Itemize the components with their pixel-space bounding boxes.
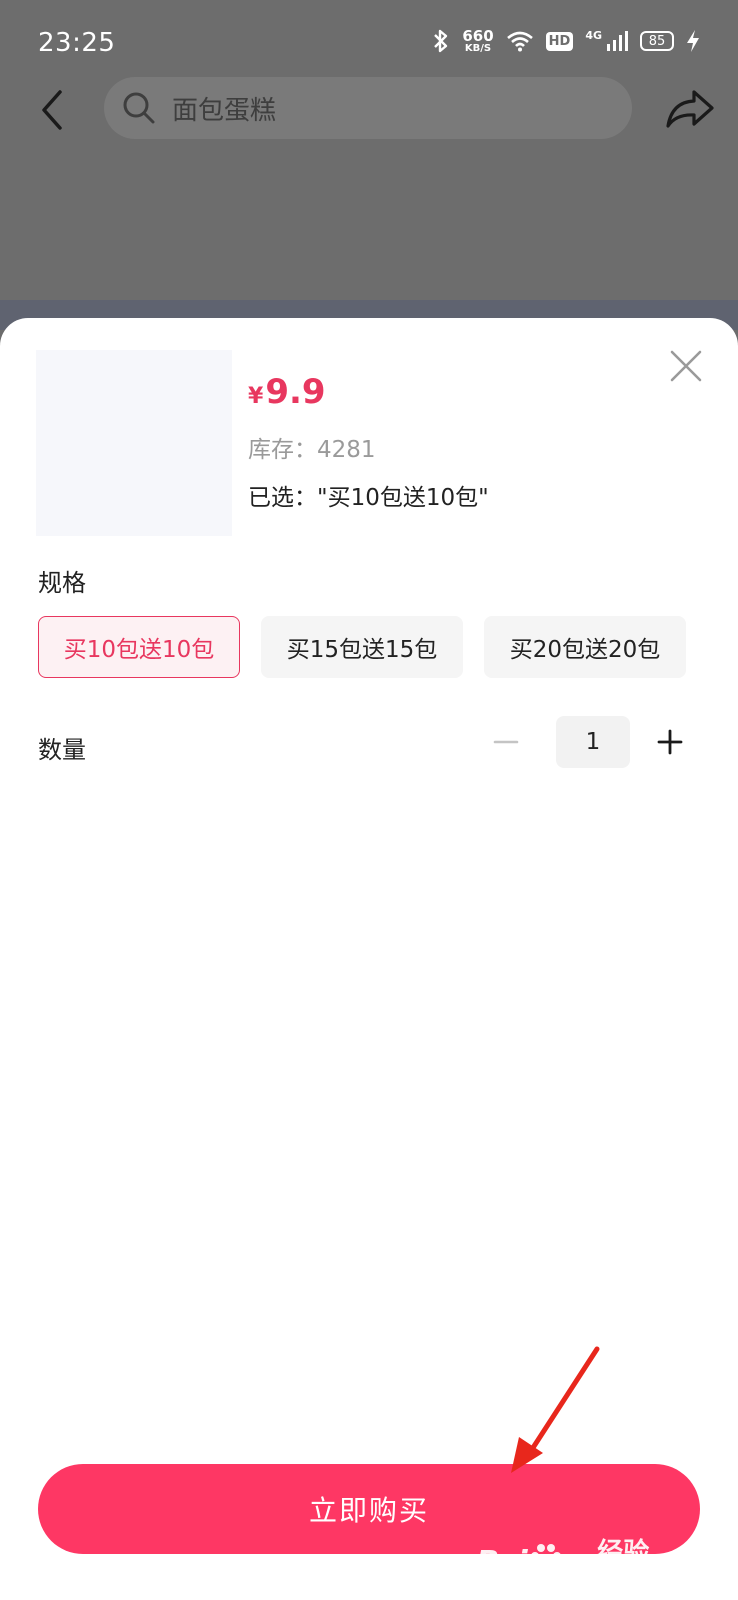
net-speed-unit: KB/S [464,42,492,54]
net-speed-value: 660 [462,26,494,45]
watermark-logo-suffix: du [564,1556,593,1580]
stock-count: 库存：4281 [248,437,376,463]
signal-icon [606,30,628,52]
wifi-icon [506,30,534,52]
minus-icon [493,740,519,744]
search-placeholder: 面包蛋糕 [172,95,277,126]
spec-option-1[interactable]: 买10包送10包 [38,616,240,678]
close-button[interactable] [668,348,704,384]
back-button[interactable] [34,82,74,138]
plus-icon [657,729,683,755]
baidu-watermark: Bai du 经验 jingyan.baidu.com [476,1538,708,1581]
watermark-url: jingyan.baidu.com [597,1566,708,1581]
selected-spec: 已选："买10包送10包" [248,485,489,511]
status-icons: 660 KB/S HD 4G 85 [432,28,700,54]
quantity-label: 数量 [38,736,86,764]
paw-icon [530,1544,561,1573]
price-currency: ¥ [248,384,264,409]
network-type: 4G [585,28,602,42]
close-icon [670,350,702,382]
spec-option-2[interactable]: 买15包送15包 [261,616,463,678]
search-input[interactable]: 面包蛋糕 [104,77,632,139]
quantity-increase-button[interactable] [652,724,688,760]
search-icon [123,92,155,124]
bluetooth-icon [432,28,450,54]
net-speed: 660 KB/S [462,26,494,54]
sku-selection-sheet: ¥ 9.9 库存：4281 已选："买10包送10包" 规格 买10包送10包 … [0,318,738,1600]
hd-badge: HD [545,31,574,51]
watermark-text: 经验 jingyan.baidu.com [597,1538,708,1581]
share-icon [666,90,714,128]
product-thumbnail [36,350,232,536]
battery-indicator: 85 [640,31,674,51]
watermark-cn: 经验 [597,1538,650,1569]
spec-options: 买10包送10包 买15包送15包 买20包送20包 [38,616,686,678]
quantity-value[interactable]: 1 [556,716,630,768]
charging-icon [686,29,700,53]
quantity-decrease-button[interactable] [488,724,524,760]
watermark-logo: Bai [476,1545,527,1580]
price-value: 9.9 [265,372,326,412]
top-navigation: 面包蛋糕 [0,72,738,148]
price: ¥ 9.9 [248,372,326,412]
spec-option-3[interactable]: 买20包送20包 [484,616,686,678]
share-button[interactable] [664,84,716,134]
quantity-stepper: 1 [488,716,688,768]
status-time: 23:25 [38,28,116,58]
back-arrow-icon [42,90,62,130]
spec-title: 规格 [38,569,86,597]
